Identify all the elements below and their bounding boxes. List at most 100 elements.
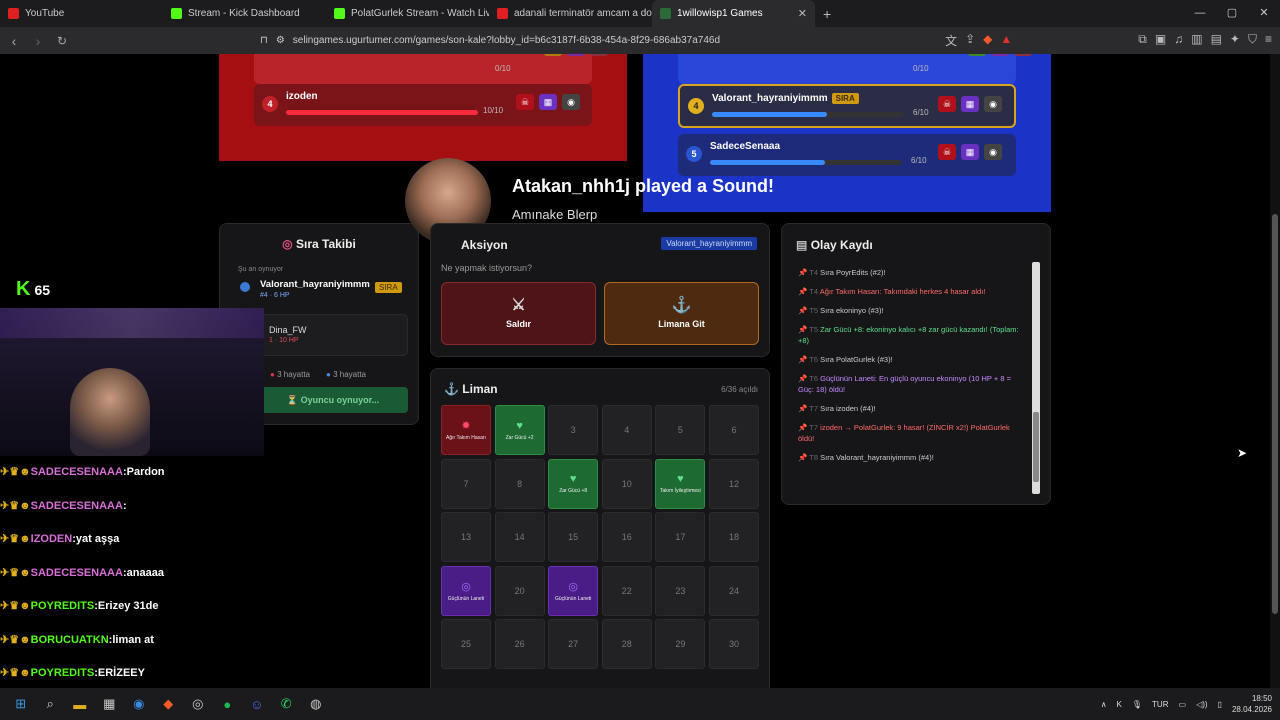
port-cell[interactable]: 3 bbox=[548, 405, 599, 455]
port-cell[interactable]: 23 bbox=[655, 565, 706, 616]
close-tab-icon[interactable]: ✕ bbox=[798, 7, 807, 20]
site-settings-icon[interactable]: ⚙ bbox=[276, 35, 285, 46]
target-icon[interactable]: ◉ bbox=[1014, 54, 1032, 56]
discord-icon[interactable]: ☺ bbox=[242, 697, 272, 712]
skull-icon[interactable]: ☠ bbox=[938, 144, 956, 160]
port-cell[interactable]: 10 bbox=[601, 458, 652, 509]
port-cell[interactable]: 24 bbox=[708, 565, 759, 616]
minimize-icon[interactable]: — bbox=[1184, 0, 1216, 27]
leo-icon[interactable]: ✦ bbox=[1230, 32, 1240, 49]
port-cell[interactable]: 30 bbox=[708, 619, 759, 670]
port-cell[interactable]: ♥ Takım İyileştirmesi bbox=[655, 458, 706, 509]
target-icon[interactable]: ◉ bbox=[590, 54, 608, 56]
port-cell[interactable]: ✸ Ağır Takım Hasarı bbox=[441, 405, 491, 455]
port-cell[interactable]: 14 bbox=[494, 512, 545, 563]
brave-shield-icon[interactable]: ◆ bbox=[983, 32, 992, 49]
port-cell[interactable]: 26 bbox=[494, 619, 545, 670]
skull-icon[interactable]: ☠ bbox=[938, 96, 956, 112]
forward-icon[interactable]: › bbox=[28, 33, 48, 49]
port-cell[interactable]: ♥ Zar Gücü +2 bbox=[494, 405, 545, 455]
microphone-icon[interactable]: 🎙 bbox=[1132, 700, 1142, 709]
port-cell[interactable]: 8 bbox=[494, 458, 545, 509]
port-card: ⚓ Liman 6/36 açıldı ✸ Ağır Takım Hasarı ♥ Z… bbox=[430, 368, 770, 688]
target-icon[interactable]: ◉ bbox=[984, 144, 1002, 160]
browser-tab[interactable]: YouTube bbox=[0, 0, 163, 27]
search-icon[interactable]: ⌕ bbox=[36, 696, 66, 712]
port-cell[interactable]: 18 bbox=[708, 512, 759, 563]
browser-tab[interactable]: Stream - Kick Dashboard bbox=[163, 0, 326, 27]
port-cell[interactable]: 20 bbox=[494, 565, 545, 616]
port-cell[interactable]: 12 bbox=[708, 458, 759, 509]
port-cell[interactable]: 6 bbox=[708, 405, 759, 455]
shield-icon[interactable]: ▦ bbox=[991, 54, 1009, 56]
port-cell[interactable]: 25 bbox=[441, 619, 491, 670]
new-tab-icon[interactable]: + bbox=[823, 6, 831, 22]
music-icon[interactable]: ♫ bbox=[1174, 32, 1183, 49]
attack-icon[interactable]: ⚔ bbox=[544, 54, 562, 56]
start-icon[interactable]: ⊞ bbox=[6, 696, 36, 712]
cell-number: 7 bbox=[463, 478, 469, 489]
port-cell[interactable]: 7 bbox=[441, 458, 491, 509]
edge-icon[interactable]: ◉ bbox=[124, 696, 154, 712]
port-cell[interactable]: 4 bbox=[601, 405, 652, 455]
sidebar-icon[interactable]: ▥ bbox=[1191, 32, 1202, 49]
port-cell[interactable]: 27 bbox=[548, 619, 599, 670]
share-icon[interactable]: ⇪ bbox=[965, 32, 975, 49]
port-cell[interactable]: ◎ Güçlünün Laneti bbox=[548, 565, 599, 616]
language-indicator[interactable]: TUR bbox=[1152, 700, 1168, 709]
port-cell[interactable]: ◎ Güçlünün Laneti bbox=[441, 565, 491, 616]
browser-tab[interactable]: PolatGurlek Stream - Watch Live on K bbox=[326, 0, 489, 27]
attack-button[interactable]: ⚔ Saldır bbox=[441, 282, 596, 345]
reload-icon[interactable]: ↻ bbox=[52, 34, 72, 48]
skull-icon[interactable]: ☠ bbox=[516, 94, 534, 110]
shield-icon[interactable]: ▦ bbox=[961, 96, 979, 112]
port-cell[interactable]: 29 bbox=[655, 619, 706, 670]
chevron-up-icon[interactable]: ∧ bbox=[1101, 700, 1107, 709]
browser-tab[interactable]: adanali terminatör amcam a dondur bbox=[489, 0, 652, 27]
battery-icon[interactable]: ▯ bbox=[1218, 700, 1222, 709]
shield-icon[interactable]: ▦ bbox=[567, 54, 585, 56]
vpn-icon[interactable]: ⛉ bbox=[1248, 32, 1257, 49]
spotify-icon[interactable]: ● bbox=[213, 697, 243, 712]
url-field[interactable]: ⊓ ⚙ selingames.ugurtumer.com/games/son-k… bbox=[260, 31, 990, 50]
clock[interactable]: 18:50 28.04.2026 bbox=[1232, 693, 1272, 715]
rewards-icon[interactable]: ▲ bbox=[1000, 32, 1012, 49]
port-cell[interactable]: 5 bbox=[655, 405, 706, 455]
extensions-icon[interactable]: ⧉ bbox=[1138, 32, 1147, 49]
network-icon[interactable]: ▭ bbox=[1179, 700, 1187, 709]
bookmark-icon[interactable]: ⊓ bbox=[260, 35, 268, 46]
browser-tab[interactable]: 1willowisp1 Games ✕ bbox=[652, 0, 815, 27]
port-cell[interactable]: 15 bbox=[548, 512, 599, 563]
close-window-icon[interactable]: ✕ bbox=[1248, 0, 1280, 27]
whatsapp-icon[interactable]: ✆ bbox=[272, 696, 302, 712]
attack-icon[interactable]: ⚔ bbox=[968, 54, 986, 56]
port-cell[interactable]: 17 bbox=[655, 512, 706, 563]
port-cell[interactable]: ♥ Zar Gücü +8 bbox=[548, 458, 599, 509]
steam-icon[interactable]: ◎ bbox=[183, 696, 213, 712]
maximize-icon[interactable]: ▢ bbox=[1216, 0, 1248, 27]
port-cell[interactable]: 28 bbox=[601, 619, 652, 670]
back-icon[interactable]: ‹ bbox=[4, 33, 24, 49]
translate-icon[interactable]: 文 bbox=[945, 32, 957, 49]
port-cell[interactable]: 13 bbox=[441, 512, 491, 563]
obs-icon[interactable]: ◍ bbox=[301, 696, 331, 712]
page-scrollbar[interactable] bbox=[1270, 54, 1280, 688]
menu-icon[interactable]: ≡ bbox=[1265, 32, 1272, 49]
kick-tray-icon[interactable]: K bbox=[1117, 700, 1122, 709]
wallet-icon[interactable]: ▤ bbox=[1211, 32, 1222, 49]
brave-icon[interactable]: ◆ bbox=[154, 696, 184, 712]
target-icon[interactable]: ◉ bbox=[562, 94, 580, 110]
event-log-scrollbar[interactable] bbox=[1032, 262, 1040, 494]
file-explorer-icon[interactable]: ▬ bbox=[65, 697, 95, 712]
volume-icon[interactable]: ◁)) bbox=[1196, 700, 1207, 709]
player-status-button[interactable]: ⏳ Oyuncu oynuyor... bbox=[258, 387, 408, 413]
shield-icon[interactable]: ▦ bbox=[539, 94, 557, 110]
go-to-port-button[interactable]: ⚓ Limana Git bbox=[604, 282, 759, 345]
store-icon[interactable]: ▦ bbox=[95, 696, 125, 712]
shield-icon[interactable]: ▦ bbox=[961, 144, 979, 160]
port-cell[interactable]: 22 bbox=[601, 565, 652, 616]
url-text[interactable]: selingames.ugurtumer.com/games/son-kale?… bbox=[293, 35, 720, 46]
target-icon[interactable]: ◉ bbox=[984, 96, 1002, 112]
media-icon[interactable]: ▣ bbox=[1155, 32, 1166, 49]
port-cell[interactable]: 16 bbox=[601, 512, 652, 563]
